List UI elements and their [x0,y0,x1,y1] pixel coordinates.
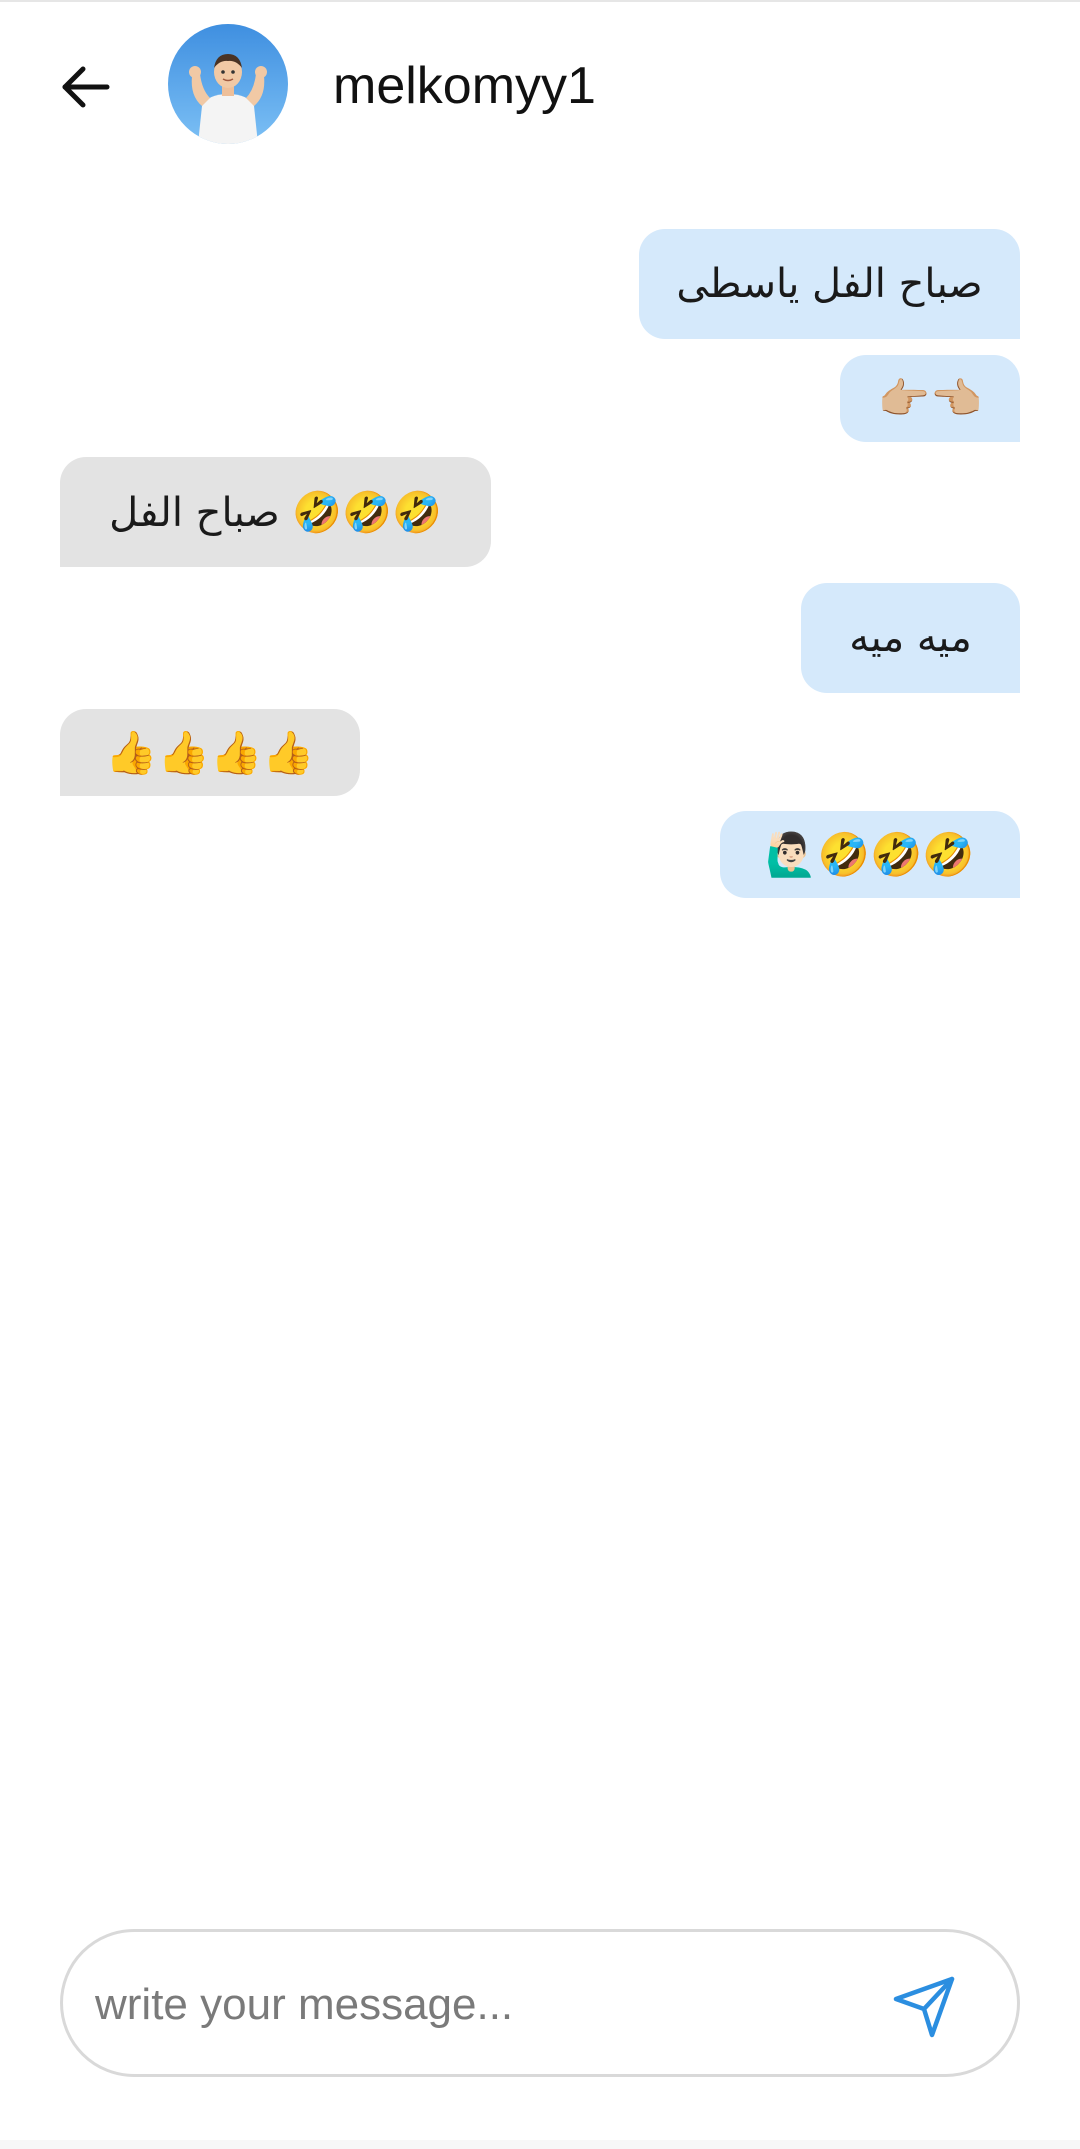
avatar-image [168,24,288,144]
bottom-edge [0,2140,1080,2149]
message-text: صباح الفل ياسطى [676,261,983,307]
message-text: ميه ميه [849,615,972,661]
message-bubble-outgoing[interactable]: 👉🏼👈🏼 [840,355,1020,442]
paper-plane-icon [893,1976,955,2038]
send-button[interactable] [875,1956,975,2056]
avatar[interactable] [168,24,288,144]
message-composer [60,1929,1020,2077]
back-button[interactable] [50,52,120,122]
message-input[interactable] [93,1962,877,2048]
message-text: 🙋🏻‍♂️🤣🤣🤣 [765,829,975,879]
message-bubble-incoming[interactable]: 👍👍👍👍 [60,709,360,796]
message-text: 👍👍👍👍 [105,727,315,777]
chat-header: melkomyy1 [0,0,1080,170]
message-text: 👉🏼👈🏼 [877,373,983,423]
chat-username: melkomyy1 [333,57,596,115]
message-text: صباح الفل 🤣🤣🤣 [109,489,442,536]
arrow-left-icon [62,66,110,108]
message-bubble-outgoing[interactable]: صباح الفل ياسطى [639,229,1020,339]
message-bubble-incoming[interactable]: صباح الفل 🤣🤣🤣 [60,457,491,567]
message-bubble-outgoing[interactable]: 🙋🏻‍♂️🤣🤣🤣 [720,811,1020,898]
message-bubble-outgoing[interactable]: ميه ميه [801,583,1020,693]
